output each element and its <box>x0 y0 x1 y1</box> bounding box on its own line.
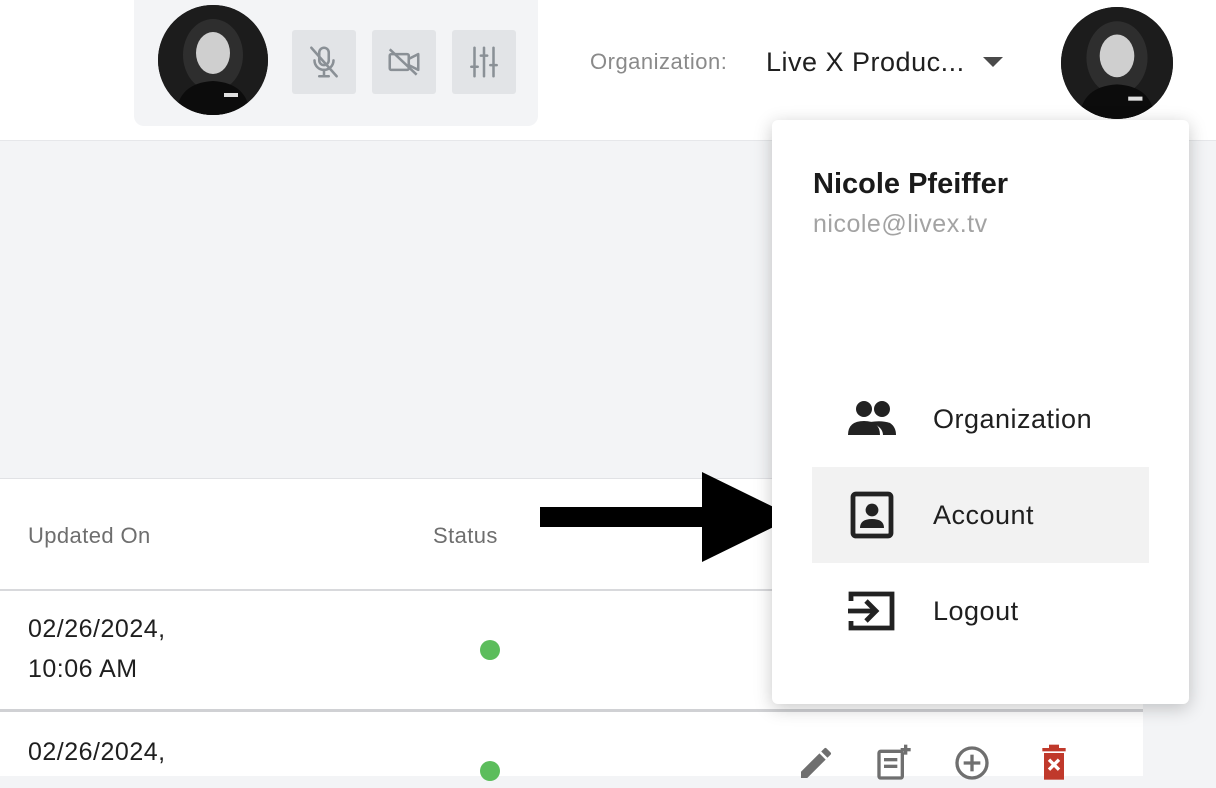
organization-label: Organization: <box>590 49 728 74</box>
add-circle-icon <box>955 746 989 780</box>
delete-icon <box>1042 744 1066 780</box>
people-icon <box>846 395 898 443</box>
menu-item-account[interactable]: Account <box>812 467 1149 563</box>
media-controls-panel <box>134 0 538 126</box>
user-menu: Nicole Pfeiffer nicole@livex.tv Organiza… <box>772 120 1189 704</box>
person-photo-icon <box>1061 7 1173 119</box>
caret-down-icon <box>982 57 1003 67</box>
person-photo-icon <box>158 5 268 115</box>
organization-select[interactable]: Live X Produc... <box>766 44 1003 80</box>
mic-toggle-button[interactable] <box>292 30 356 94</box>
add-to-playlist-button[interactable] <box>874 743 914 783</box>
organization-value: Live X Produc... <box>766 46 965 77</box>
camera-toggle-button[interactable] <box>372 30 436 94</box>
user-email: nicole@livex.tv <box>813 210 988 238</box>
annotation-arrow-icon <box>540 472 794 562</box>
user-avatar-button[interactable] <box>1061 7 1173 119</box>
row-divider <box>0 709 1143 712</box>
edit-button[interactable] <box>796 743 836 783</box>
column-header-updated-on: Updated On <box>28 523 151 548</box>
status-dot <box>480 640 500 660</box>
playlist-add-icon <box>877 744 911 780</box>
camera-off-icon <box>388 48 420 76</box>
updated-on-cell: 02/26/2024, <box>28 732 166 772</box>
status-dot <box>480 761 500 781</box>
logout-icon <box>846 587 898 635</box>
delete-button[interactable] <box>1034 743 1074 783</box>
menu-item-logout[interactable]: Logout <box>812 563 1149 659</box>
menu-item-organization[interactable]: Organization <box>812 371 1149 467</box>
column-header-status: Status <box>433 523 498 548</box>
menu-item-label: Organization <box>933 404 1093 434</box>
updated-on-date: 02/26/2024, <box>28 738 166 766</box>
menu-item-label: Logout <box>933 596 1019 626</box>
updated-on-date: 02/26/2024, <box>28 615 166 643</box>
user-name: Nicole Pfeiffer <box>813 168 1008 200</box>
edit-icon <box>801 747 831 778</box>
account-box-icon <box>846 491 898 539</box>
menu-item-label: Account <box>933 500 1035 530</box>
self-preview-avatar <box>158 5 268 115</box>
add-button[interactable] <box>952 743 992 783</box>
sliders-icon <box>470 46 498 78</box>
updated-on-time: 10:06 AM <box>28 655 138 683</box>
updated-on-cell: 02/26/2024, 10:06 AM <box>28 609 166 689</box>
mic-off-icon <box>310 46 338 78</box>
settings-sliders-button[interactable] <box>452 30 516 94</box>
